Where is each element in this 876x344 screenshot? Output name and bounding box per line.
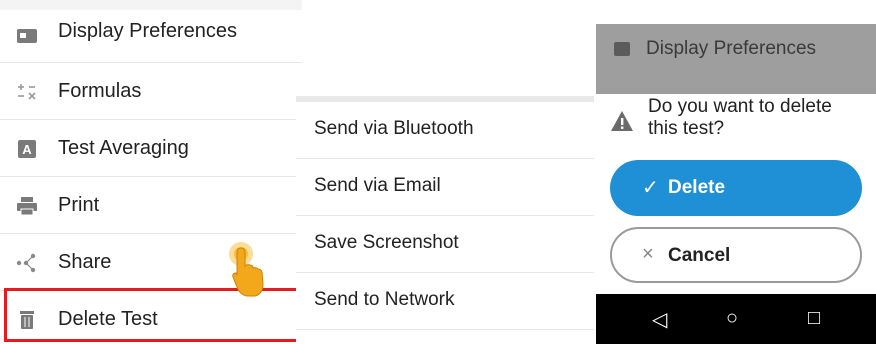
android-nav-bar: ◁ ○ □ — [596, 294, 876, 344]
dialog-message: Do you want to delete this test? — [648, 96, 832, 139]
dialog-message-row: Do you want to delete this test? — [596, 94, 876, 164]
menu-item-label: Share — [58, 251, 112, 273]
share-option-label: Send via Email — [314, 175, 441, 196]
delete-button-label: Delete — [668, 177, 726, 198]
home-icon[interactable]: ○ — [726, 307, 738, 330]
menu-item-test-averaging[interactable]: A Test Averaging — [0, 120, 302, 177]
back-icon[interactable]: ◁ — [652, 307, 667, 332]
share-sheet: Send via Bluetooth Send via Email Save S… — [296, 96, 594, 344]
share-option-network[interactable]: Send to Network — [296, 273, 594, 330]
share-option-email[interactable]: Send via Email — [296, 159, 594, 216]
share-option-bluetooth[interactable]: Send via Bluetooth — [296, 102, 594, 159]
menu-item-display-preferences[interactable]: Display Preferences — [0, 6, 302, 63]
formulas-icon — [16, 81, 38, 103]
cancel-button-label: Cancel — [668, 245, 731, 266]
menu-item-label: Print — [58, 194, 100, 216]
menu-item-formulas[interactable]: Formulas — [0, 63, 302, 120]
menu-item-print[interactable]: Print — [0, 177, 302, 234]
display-icon — [614, 42, 630, 56]
menu-item-label: Display Preferences — [58, 20, 237, 42]
cancel-button[interactable]: × Cancel — [610, 227, 862, 283]
menu-item-label: Test Averaging — [58, 137, 189, 159]
test-averaging-icon: A — [16, 138, 38, 160]
share-icon — [16, 252, 38, 274]
share-option-screenshot[interactable]: Save Screenshot — [296, 216, 594, 273]
share-option-label: Send to Network — [314, 289, 455, 310]
background-menu-item-label: Display Preferences — [646, 38, 817, 59]
share-option-label: Save Screenshot — [314, 232, 459, 253]
warning-icon — [610, 110, 634, 137]
printer-icon — [16, 195, 38, 217]
share-option-label: Send via Bluetooth — [314, 118, 474, 139]
delete-confirm-dialog: Display Preferences Do you want to delet… — [596, 24, 876, 344]
close-icon: × — [642, 243, 654, 265]
display-icon — [16, 24, 38, 46]
check-icon: ✓ — [642, 177, 659, 199]
tap-hand-icon — [228, 240, 272, 305]
delete-button[interactable]: ✓ Delete — [610, 160, 862, 216]
dimmed-background: Display Preferences — [596, 24, 876, 100]
svg-text:A: A — [22, 142, 32, 157]
recents-icon[interactable]: □ — [808, 307, 820, 330]
menu-item-label: Formulas — [58, 80, 142, 102]
